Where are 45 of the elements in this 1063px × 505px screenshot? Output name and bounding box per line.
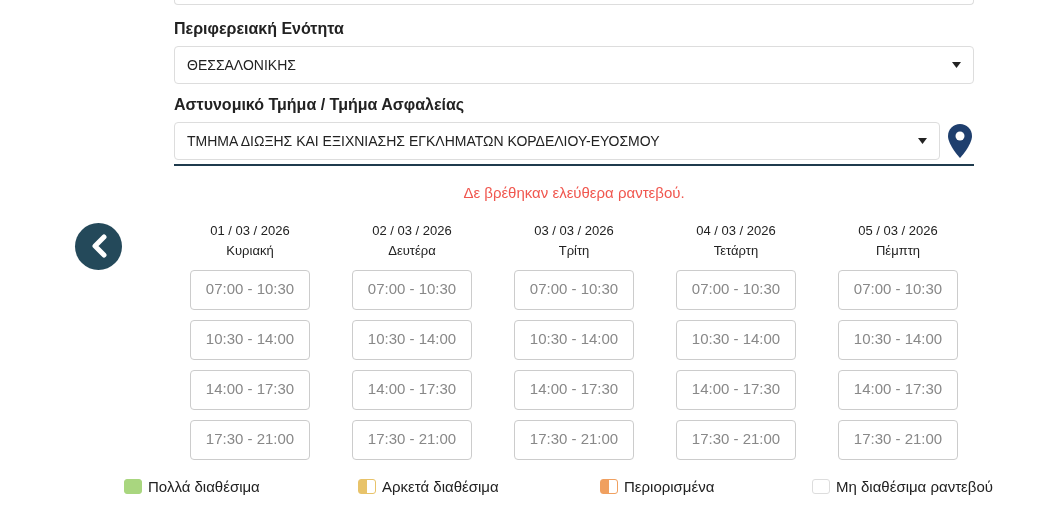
time-slot-button[interactable]: 10:30 - 14:00: [676, 319, 796, 360]
time-slot-button[interactable]: 07:00 - 10:30: [190, 269, 310, 310]
no-appointments-message: Δε βρέθηκαν ελεύθερα ραντεβού.: [462, 183, 686, 203]
select-field[interactable]: ΤΜΗΜΑ ΔΙΩΞΗΣ ΚΑΙ ΕΞΙΧΝΙΑΣΗΣ ΕΓΚΛΗΜΑΤΩΝ ΚΟΡΔΕΛΙΟΥ-ΕΥΟΣΜΟΥ: [174, 122, 940, 160]
time-slot-button[interactable]: 17:30 - 21:00: [838, 419, 958, 460]
time-slot-button[interactable]: 07:00 - 10:30: [352, 269, 472, 310]
legend-label: Αρκετά διαθέσιμα: [382, 476, 499, 497]
time-slot-button[interactable]: 14:00 - 17:30: [514, 369, 634, 410]
previous-button[interactable]: [75, 222, 122, 270]
chevron-left-icon: [89, 234, 108, 258]
time-slot-button[interactable]: 14:00 - 17:30: [352, 369, 472, 410]
map-pin-icon[interactable]: [948, 124, 972, 158]
date-label: 01 / 03 / 2026: [210, 221, 290, 240]
date-label: 05 / 03 / 2026: [858, 221, 938, 240]
legend-label: Μη διαθέσιμα ραντεβού: [836, 476, 993, 497]
time-slot-button[interactable]: 17:30 - 21:00: [676, 419, 796, 460]
date-label: 02 / 03 / 2026: [372, 221, 452, 240]
time-slot-button[interactable]: 07:00 - 10:30: [676, 269, 796, 310]
input-field[interactable]: [174, 0, 974, 5]
weekday-label: Πέμπτη: [876, 241, 920, 260]
time-slot-button[interactable]: 14:00 - 17:30: [676, 369, 796, 410]
time-slot-button[interactable]: 10:30 - 14:00: [838, 319, 958, 360]
legend-label: Περιορισμένα: [624, 476, 715, 497]
weekday-label: Κυριακή: [226, 241, 274, 260]
time-slot-button[interactable]: 07:00 - 10:30: [514, 269, 634, 310]
time-slot-button[interactable]: 17:30 - 21:00: [190, 419, 310, 460]
select-field[interactable]: ΘΕΣΣΑΛΟΝΙΚΗΣ: [174, 46, 974, 84]
time-slot-button[interactable]: 17:30 - 21:00: [514, 419, 634, 460]
time-slot-button[interactable]: 17:30 - 21:00: [352, 419, 472, 460]
date-label: 04 / 03 / 2026: [696, 221, 776, 240]
weekday-label: Τρίτη: [558, 241, 590, 260]
dropdown-caret-icon: [918, 138, 927, 144]
time-slot-button[interactable]: 10:30 - 14:00: [352, 319, 472, 360]
legend-label: Πολλά διαθέσιμα: [148, 476, 260, 497]
weekday-label: Δευτέρα: [388, 241, 436, 260]
field-label: Περιφερειακή Ενότητα: [174, 19, 345, 39]
field-label: Αστυνομικό Τμήμα / Τμήμα Ασφαλείας: [174, 95, 466, 115]
time-slot-button[interactable]: 07:00 - 10:30: [838, 269, 958, 310]
date-label: 03 / 03 / 2026: [534, 221, 614, 240]
weekday-label: Τετάρτη: [713, 241, 759, 260]
time-slot-button[interactable]: 14:00 - 17:30: [838, 369, 958, 410]
time-slot-button[interactable]: 10:30 - 14:00: [514, 319, 634, 360]
time-slot-button[interactable]: 10:30 - 14:00: [190, 319, 310, 360]
time-slot-button[interactable]: 14:00 - 17:30: [190, 369, 310, 410]
dropdown-caret-icon: [952, 62, 961, 68]
